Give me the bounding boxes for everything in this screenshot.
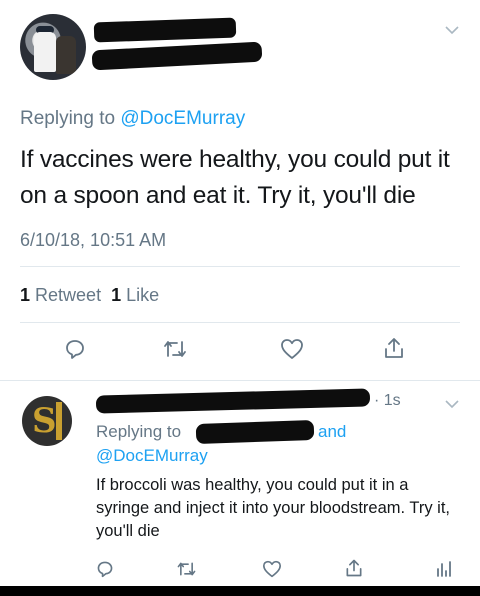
avatar-figure: [56, 36, 76, 74]
avatar[interactable]: [20, 14, 86, 80]
redacted-mention: [195, 419, 315, 445]
replying-and: and: [318, 422, 346, 442]
tweet-text: If broccoli was healthy, you could put i…: [96, 476, 450, 540]
divider: [20, 266, 460, 267]
heart-icon[interactable]: [280, 338, 304, 365]
divider: [0, 380, 480, 381]
replying-prefix: Replying to: [20, 108, 121, 129]
tweet-timestamp[interactable]: 6/10/18, 10:51 AM: [20, 230, 166, 251]
retweet-label[interactable]: Retweet: [35, 285, 101, 305]
replying-prefix: Replying to: [96, 422, 182, 441]
bottom-edge: [0, 586, 480, 596]
reply-time[interactable]: · 1s: [374, 392, 401, 410]
analytics-icon[interactable]: [436, 560, 452, 583]
reply-icon[interactable]: [96, 560, 114, 583]
replying-to: Replying to @DocEMurray: [20, 108, 245, 130]
reply-icon[interactable]: [64, 338, 86, 365]
chevron-down-icon[interactable]: [444, 22, 460, 40]
like-label[interactable]: Like: [126, 285, 159, 305]
share-icon[interactable]: [382, 336, 406, 365]
retweet-count[interactable]: 1: [20, 285, 30, 305]
avatar-letter-s: S: [32, 401, 57, 441]
replying-and-text: and: [318, 422, 347, 441]
heart-icon[interactable]: [262, 560, 282, 583]
share-icon[interactable]: [344, 558, 364, 583]
avatar-figure: [34, 32, 56, 72]
divider: [20, 322, 460, 323]
avatar[interactable]: S: [22, 396, 72, 446]
retweet-icon[interactable]: [162, 338, 188, 365]
like-count[interactable]: 1: [111, 285, 121, 305]
avatar-bar: [56, 402, 62, 440]
engagement-stats: 1 Retweet 1 Like: [20, 285, 159, 306]
mention-link[interactable]: @DocEMurray: [96, 446, 208, 466]
tweet-text: If vaccines were healthy, you could put …: [20, 146, 450, 209]
replying-to: Replying to: [96, 422, 181, 442]
chevron-down-icon[interactable]: [444, 396, 460, 414]
mention-link[interactable]: @DocEMurray: [120, 108, 245, 129]
retweet-icon[interactable]: [176, 560, 197, 583]
